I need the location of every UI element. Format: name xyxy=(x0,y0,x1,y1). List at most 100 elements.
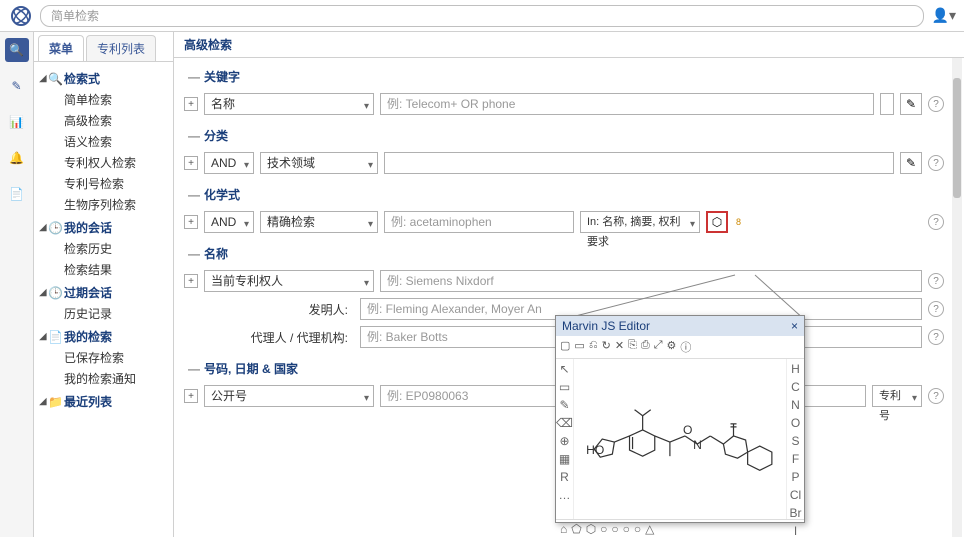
add-owner-row[interactable]: + xyxy=(184,274,198,288)
rail-edit-icon[interactable]: ✎ xyxy=(5,74,29,98)
tree-item-1-1[interactable]: 检索结果 xyxy=(38,259,169,280)
popup-ltool-1[interactable]: ▭ xyxy=(559,380,570,394)
keyword-input[interactable]: 例: Telecom+ OR phone xyxy=(380,93,874,115)
popup-ltool-4[interactable]: ⊕ xyxy=(559,434,569,448)
popup-element-9[interactable]: I xyxy=(794,524,797,538)
help-icon[interactable]: ? xyxy=(928,388,944,404)
popup-btool-3[interactable]: ○ xyxy=(600,522,607,536)
inventor-label: 发明人: xyxy=(184,301,354,318)
help-icon[interactable]: ? xyxy=(928,329,944,345)
add-keyword-row[interactable]: + xyxy=(184,97,198,111)
popup-btool-5[interactable]: ○ xyxy=(623,522,630,536)
help-icon[interactable]: ? xyxy=(928,96,944,112)
classify-op-select[interactable]: AND xyxy=(204,152,254,174)
keyword-extra[interactable] xyxy=(880,93,894,115)
keyword-field-select[interactable]: 名称 xyxy=(204,93,374,115)
id-field-select[interactable]: 公开号 xyxy=(204,385,374,407)
popup-btool-6[interactable]: ○ xyxy=(634,522,641,536)
popup-element-6[interactable]: P xyxy=(791,470,799,484)
tree-item-3-0[interactable]: 已保存检索 xyxy=(38,347,169,368)
chem-op-select[interactable]: AND xyxy=(204,211,254,233)
popup-tool-7[interactable]: ⤢ xyxy=(654,339,663,355)
popup-element-7[interactable]: Cl xyxy=(790,488,801,502)
popup-element-8[interactable]: Br xyxy=(790,506,802,520)
popup-btool-4[interactable]: ○ xyxy=(611,522,618,536)
popup-element-3[interactable]: O xyxy=(791,416,800,430)
rail-search-icon[interactable]: 🔍 xyxy=(5,38,29,62)
popup-ltool-3[interactable]: ⌫ xyxy=(556,416,573,430)
keyword-wand-icon[interactable]: ✎ xyxy=(900,93,922,115)
tree-group-2[interactable]: ◢🕒过期会话 xyxy=(38,282,169,303)
popup-tool-3[interactable]: ↻ xyxy=(602,339,611,355)
tree-item-0-2[interactable]: 语义检索 xyxy=(38,131,169,152)
tree-group-1[interactable]: ◢🕒我的会话 xyxy=(38,217,169,238)
add-classify-row[interactable]: + xyxy=(184,156,198,170)
chem-field-select[interactable]: 精确检索 xyxy=(260,211,378,233)
popup-btool-7[interactable]: △ xyxy=(645,522,654,536)
chem-structure-button[interactable]: ⬡ xyxy=(706,211,728,233)
tree-item-0-0[interactable]: 简单检索 xyxy=(38,89,169,110)
owner-field-select[interactable]: 当前专利权人 xyxy=(204,270,374,292)
tree-item-0-1[interactable]: 高级检索 xyxy=(38,110,169,131)
scrollbar[interactable] xyxy=(952,58,962,537)
id-patent-button[interactable]: 专利号 xyxy=(872,385,922,407)
popup-canvas[interactable]: HO O N xyxy=(574,359,786,519)
classify-input[interactable] xyxy=(384,152,894,174)
tree-group-0[interactable]: ◢🔍检索式 xyxy=(38,68,169,89)
popup-close-icon[interactable]: × xyxy=(791,319,798,333)
global-search-input[interactable]: 简单检索 xyxy=(40,5,924,27)
rail-chart-icon[interactable]: 📊 xyxy=(5,110,29,134)
svg-text:N: N xyxy=(693,438,702,452)
add-chem-row[interactable]: + xyxy=(184,215,198,229)
popup-tool-1[interactable]: ▭ xyxy=(574,339,584,355)
popup-right-elements: HCNOSFPClBrI xyxy=(786,359,804,519)
owner-input[interactable]: 例: Siemens Nixdorf xyxy=(380,270,922,292)
tree-item-0-5[interactable]: 生物序列检索 xyxy=(38,194,169,215)
chem-in-select[interactable]: In: 名称, 摘要, 权利要求 xyxy=(580,211,700,233)
popup-btool-1[interactable]: ⬠ xyxy=(571,522,581,536)
popup-tool-4[interactable]: ✕ xyxy=(615,339,624,355)
popup-ltool-0[interactable]: ↖ xyxy=(559,362,569,376)
svg-text:O: O xyxy=(683,423,692,437)
popup-tool-6[interactable]: ⎙ xyxy=(641,339,650,355)
popup-element-0[interactable]: H xyxy=(791,362,800,376)
rail-bell-icon[interactable]: 🔔 xyxy=(5,146,29,170)
popup-ltool-7[interactable]: … xyxy=(559,488,571,502)
popup-toolbar: ▢▭ ⎌↻✕⎘⎙⤢⚙ⓘ xyxy=(556,336,804,359)
tree-item-0-4[interactable]: 专利号检索 xyxy=(38,173,169,194)
tab-menu[interactable]: 菜单 xyxy=(38,35,84,61)
help-icon[interactable]: ? xyxy=(928,214,944,230)
classify-field-select[interactable]: 技术领域 xyxy=(260,152,378,174)
add-id-row[interactable]: + xyxy=(184,389,198,403)
popup-tool-0[interactable]: ▢ xyxy=(560,339,570,355)
popup-element-2[interactable]: N xyxy=(791,398,800,412)
tree-item-0-3[interactable]: 专利权人检索 xyxy=(38,152,169,173)
marvin-editor-popup: Marvin JS Editor × ▢▭⎌↻✕⎘⎙⤢⚙ⓘ ↖▭✎⌫⊕▦R… xyxy=(555,315,805,523)
popup-tool-8[interactable]: ⚙ xyxy=(667,339,677,355)
section-keyword-title: 关键字 xyxy=(204,68,240,85)
popup-element-5[interactable]: F xyxy=(792,452,799,466)
tree-item-1-0[interactable]: 检索历史 xyxy=(38,238,169,259)
popup-ltool-5[interactable]: ▦ xyxy=(559,452,570,466)
popup-ltool-2[interactable]: ✎ xyxy=(559,398,569,412)
rail-doc-icon[interactable]: 📄 xyxy=(5,182,29,206)
help-icon[interactable]: ? xyxy=(928,155,944,171)
popup-btool-0[interactable]: ⌂ xyxy=(560,522,567,536)
tree-group-3[interactable]: ◢📄我的检索 xyxy=(38,326,169,347)
tab-patent-list[interactable]: 专利列表 xyxy=(86,35,156,61)
popup-tool-2[interactable]: ⎌ xyxy=(589,339,598,355)
tree-item-2-0[interactable]: 历史记录 xyxy=(38,303,169,324)
classify-wand-icon[interactable]: ✎ xyxy=(900,152,922,174)
popup-element-4[interactable]: S xyxy=(791,434,799,448)
popup-element-1[interactable]: C xyxy=(791,380,800,394)
popup-ltool-6[interactable]: R xyxy=(560,470,569,484)
tree-item-3-1[interactable]: 我的检索通知 xyxy=(38,368,169,389)
popup-tool-9[interactable]: ⓘ xyxy=(680,339,691,355)
help-icon[interactable]: ? xyxy=(928,301,944,317)
popup-btool-2[interactable]: ⬡ xyxy=(586,522,596,536)
popup-tool-5[interactable]: ⎘ xyxy=(628,339,637,355)
chem-input[interactable]: 例: acetaminophen xyxy=(384,211,574,233)
user-menu[interactable]: 👤▾ xyxy=(932,7,956,24)
help-icon[interactable]: ? xyxy=(928,273,944,289)
tree-group-4[interactable]: ◢📁最近列表 xyxy=(38,391,169,412)
